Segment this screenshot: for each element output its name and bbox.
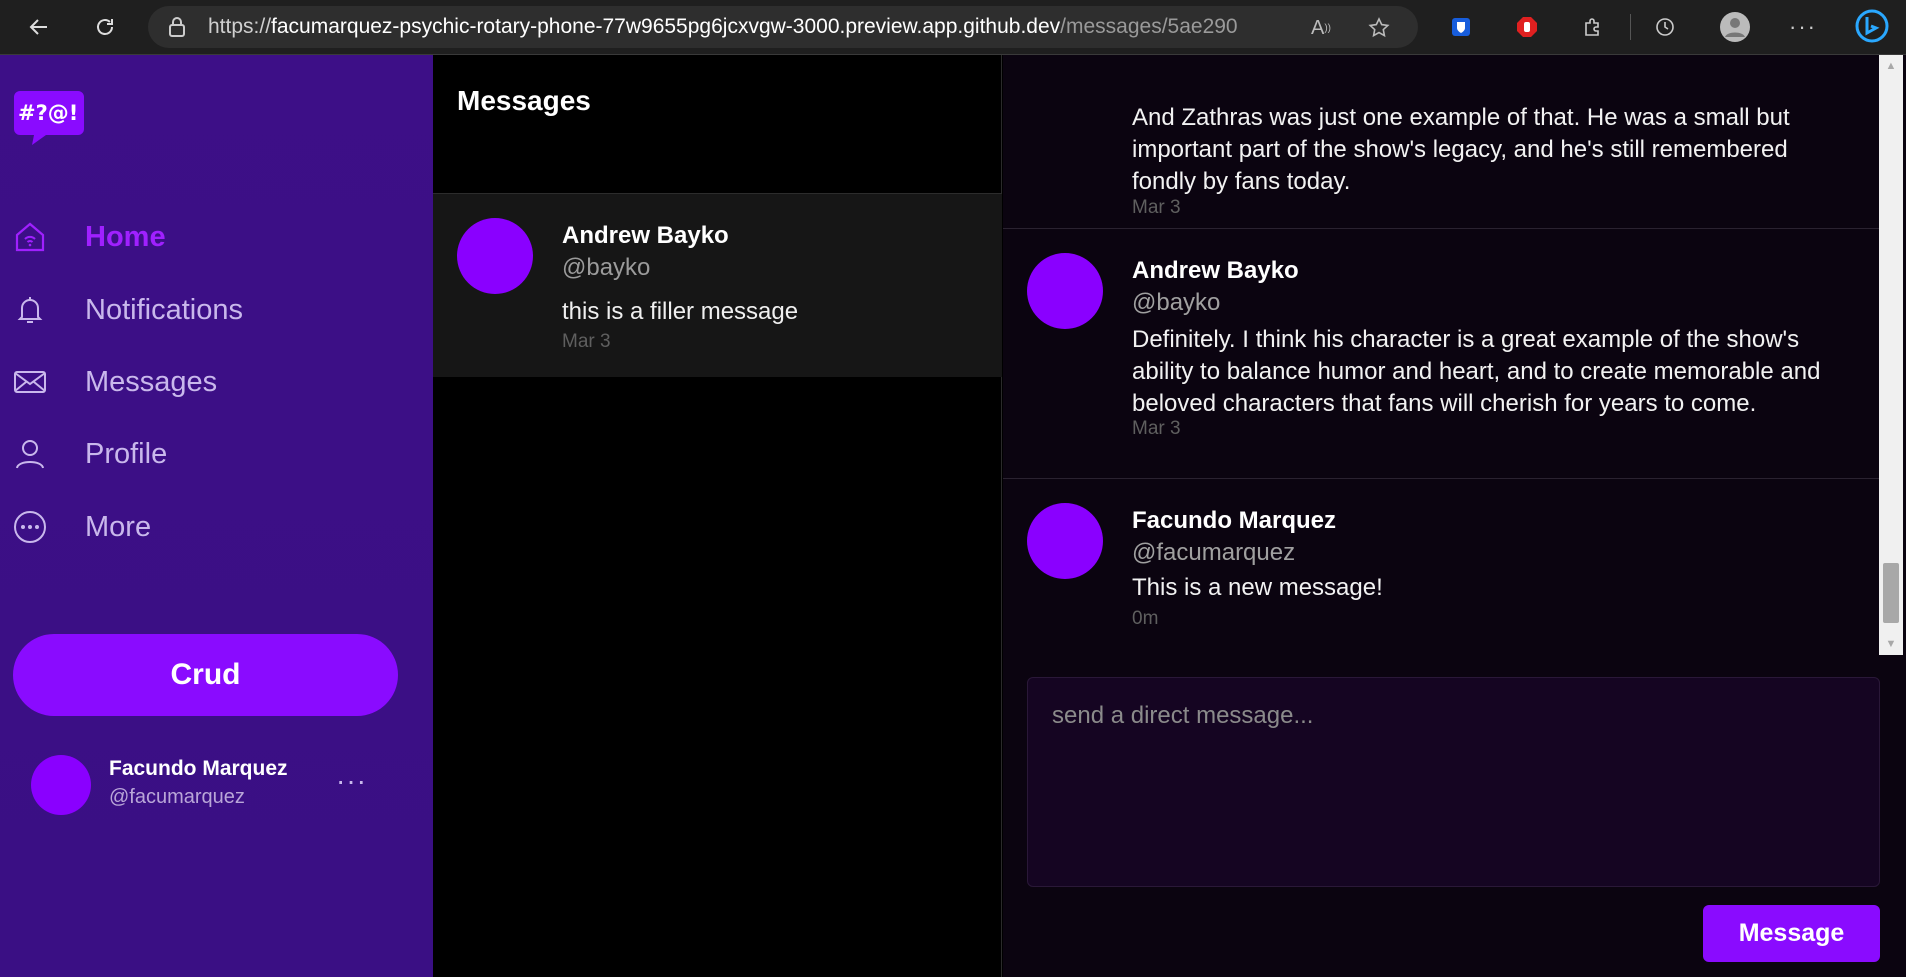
envelope-icon xyxy=(12,364,48,400)
message-item: And Zathras was just one example of that… xyxy=(1003,55,1879,229)
message-author: Facundo Marquez xyxy=(1132,507,1337,534)
direct-message-input[interactable] xyxy=(1027,677,1880,887)
app-logo[interactable]: #?@! xyxy=(12,87,86,147)
conversation-name: Andrew Bayko xyxy=(562,222,729,249)
nav-profile-label: Profile xyxy=(85,437,168,470)
logo-text: #?@! xyxy=(18,101,79,125)
message-text: Definitely. I think his character is a g… xyxy=(1132,326,1821,417)
browser-toolbar: https://facumarquez-psychic-rotary-phone… xyxy=(0,0,1906,55)
avatar xyxy=(1027,503,1103,579)
more-circle-icon xyxy=(12,509,48,545)
home-icon xyxy=(12,219,48,255)
message-author: Andrew Bayko xyxy=(1132,257,1299,284)
lock-icon xyxy=(166,16,188,38)
page-title: Messages xyxy=(457,85,591,116)
account-card[interactable]: Facundo Marquez @facumarquez ··· xyxy=(31,751,411,821)
url-scheme: https:// xyxy=(208,15,272,38)
nav-more-label: More xyxy=(85,510,152,543)
nav-notifications[interactable]: Notifications xyxy=(12,280,243,340)
message-date: Mar 3 xyxy=(1132,197,1181,218)
history-icon[interactable] xyxy=(1648,10,1682,44)
scroll-down-icon[interactable]: ▼ xyxy=(1879,633,1903,655)
nav-home-label: Home xyxy=(85,220,166,253)
back-icon[interactable] xyxy=(22,10,56,44)
message-thread[interactable]: And Zathras was just one example of that… xyxy=(1003,55,1879,655)
read-aloud-icon[interactable]: A)) xyxy=(1308,15,1334,41)
bitwarden-extension-icon[interactable] xyxy=(1444,10,1478,44)
extensions-puzzle-icon[interactable] xyxy=(1576,10,1610,44)
nav-messages[interactable]: Messages xyxy=(12,352,217,412)
avatar xyxy=(1027,253,1103,329)
profile-avatar-icon[interactable] xyxy=(1718,10,1752,44)
address-bar[interactable]: https://facumarquez-psychic-rotary-phone… xyxy=(148,6,1418,48)
refresh-icon[interactable] xyxy=(88,10,122,44)
toolbar-divider xyxy=(1630,14,1631,40)
url-text: https://facumarquez-psychic-rotary-phone… xyxy=(208,15,1238,39)
message-date: Mar 3 xyxy=(1132,418,1181,439)
person-icon xyxy=(12,436,48,472)
favorite-star-icon[interactable] xyxy=(1366,15,1392,41)
conversation-handle: @bayko xyxy=(562,254,651,281)
url-host: facumarquez-psychic-rotary-phone-77w9655… xyxy=(271,15,1061,38)
message-text: This is a new message! xyxy=(1132,574,1383,601)
message-handle: @facumarquez xyxy=(1132,539,1296,566)
account-menu-icon[interactable]: ··· xyxy=(336,765,367,797)
message-text: And Zathras was just one example of that… xyxy=(1132,104,1790,195)
account-handle: @facumarquez xyxy=(109,786,245,808)
nav-home[interactable]: Home xyxy=(12,207,166,267)
scroll-up-icon[interactable]: ▲ xyxy=(1879,55,1903,77)
bell-icon xyxy=(12,292,48,328)
thread-scrollbar[interactable]: ▲ ▼ xyxy=(1879,55,1903,655)
account-name: Facundo Marquez xyxy=(109,757,288,780)
browser-menu-icon[interactable]: ··· xyxy=(1786,10,1820,44)
conversation-list: Messages Andrew Bayko @bayko this is a f… xyxy=(433,55,1002,977)
conversation-preview: this is a filler message xyxy=(562,298,799,325)
conversation-item[interactable]: Andrew Bayko @bayko this is a filler mes… xyxy=(433,194,1002,377)
nav-notifications-label: Notifications xyxy=(85,293,243,326)
avatar xyxy=(31,755,91,815)
adblock-extension-icon[interactable] xyxy=(1510,10,1544,44)
sidebar: #?@! Home Notifications Messages Profile… xyxy=(0,55,433,977)
chat-panel: And Zathras was just one example of that… xyxy=(1003,55,1906,977)
send-message-button[interactable]: Message xyxy=(1703,905,1880,962)
message-item: Andrew Bayko @bayko Definitely. I think … xyxy=(1003,229,1879,479)
nav-more[interactable]: More xyxy=(12,497,151,557)
bing-chat-icon[interactable] xyxy=(1852,6,1892,46)
nav-profile[interactable]: Profile xyxy=(12,424,167,484)
message-item: Facundo Marquez @facumarquez This is a n… xyxy=(1003,479,1879,655)
crud-button[interactable]: Crud xyxy=(13,634,398,716)
message-handle: @bayko xyxy=(1132,289,1221,316)
message-date: 0m xyxy=(1132,608,1159,629)
avatar xyxy=(457,218,533,294)
conversation-date: Mar 3 xyxy=(562,331,611,352)
url-path: /messages/5ae290ed-... xyxy=(1060,15,1238,38)
nav-messages-label: Messages xyxy=(85,365,218,398)
scrollbar-thumb[interactable] xyxy=(1883,563,1899,623)
